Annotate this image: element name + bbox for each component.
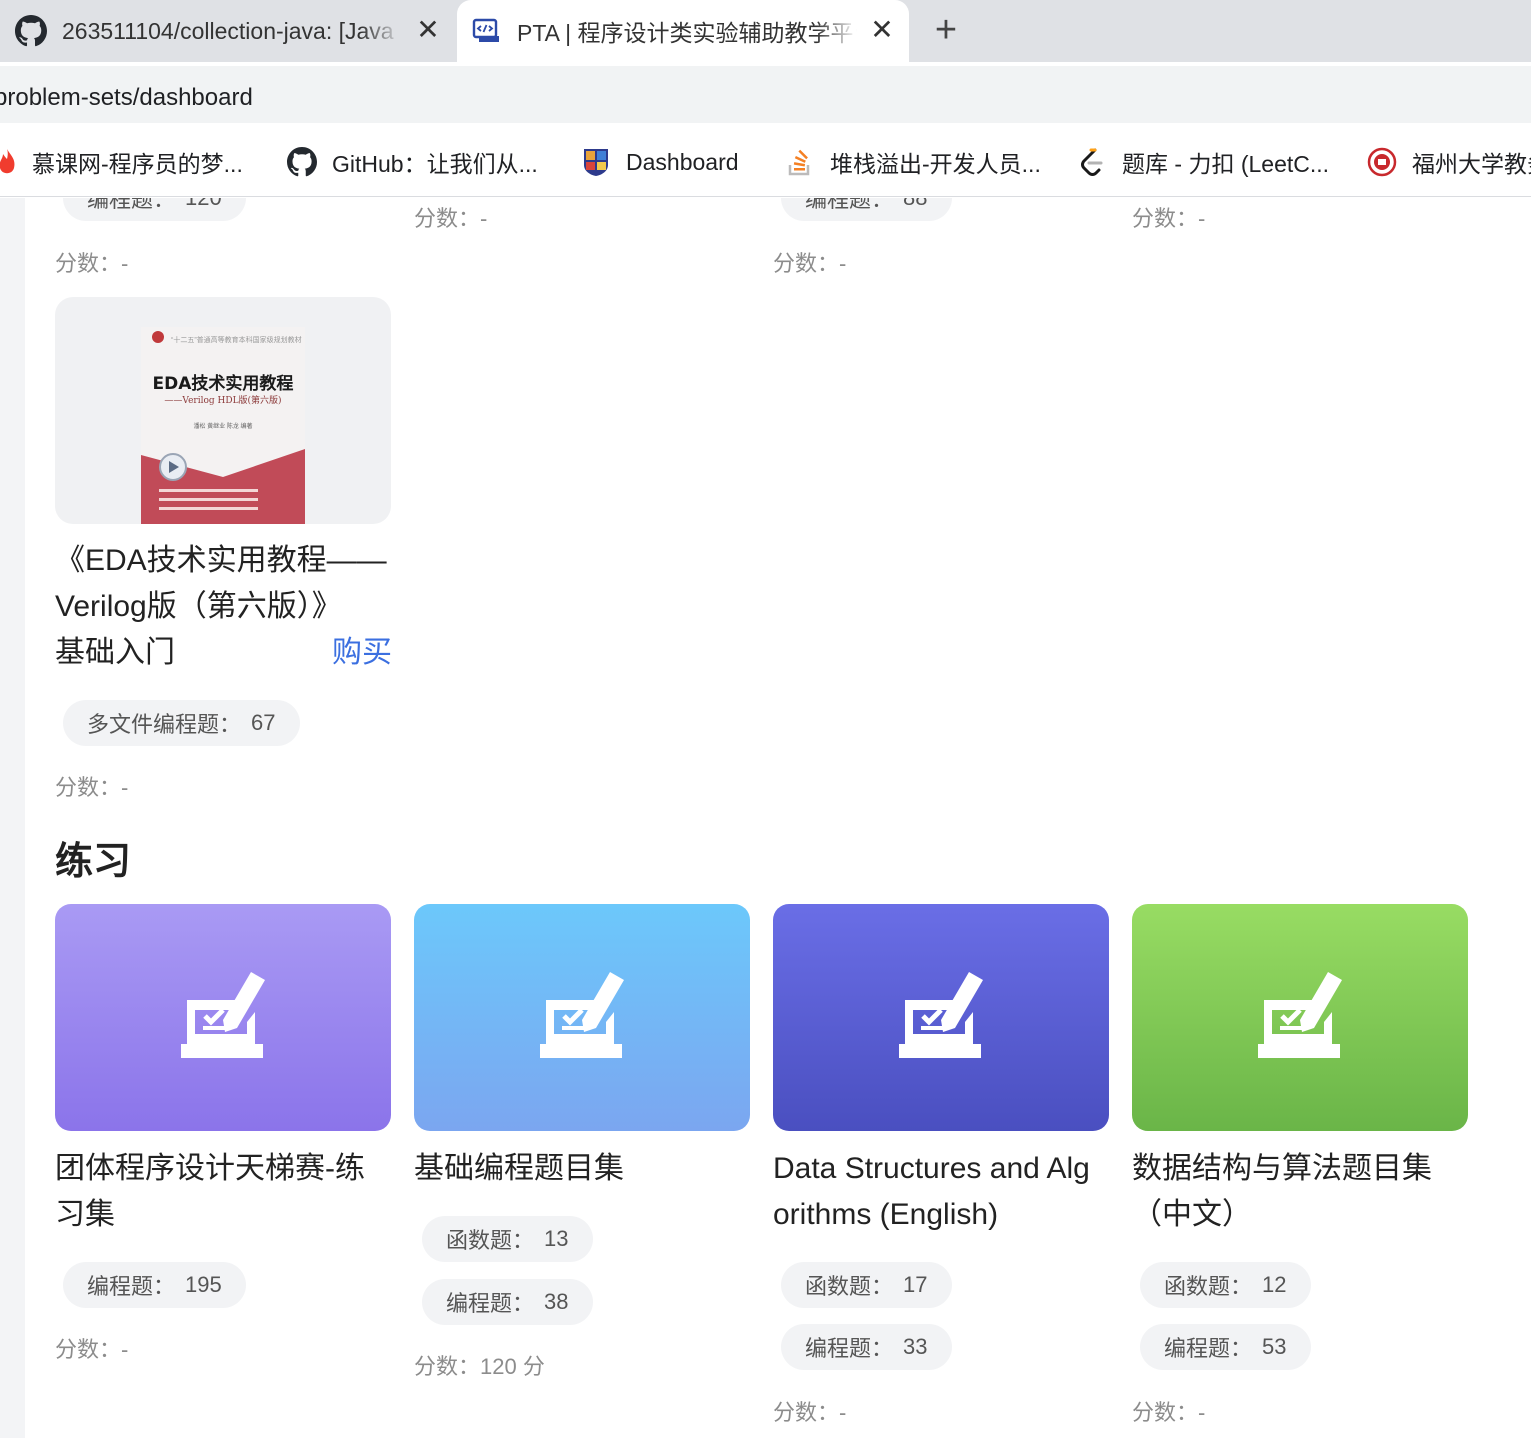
bookmark-fzu[interactable]: 福州大学教务 (1366, 145, 1531, 179)
tab-title: PTA | 程序设计类实验辅助教学平台 (517, 20, 857, 46)
problem-set-title[interactable]: 基础编程题目集 (414, 1146, 624, 1192)
stackoverflow-icon (784, 146, 816, 178)
buy-link[interactable]: 购买 (332, 630, 392, 676)
score-text: 分数：120 分 (414, 1354, 545, 1379)
url-text: problem-sets/dashboard (0, 84, 253, 111)
score-text: 分数：- (55, 1337, 129, 1362)
problem-set-title[interactable]: Data Structures and Alg orithms (English… (773, 1146, 1090, 1238)
count-chip: 编程题： 33 (781, 1324, 952, 1370)
left-gutter (0, 198, 25, 1438)
score-text: 分数：- (414, 206, 488, 231)
pta-code-icon (469, 14, 503, 48)
exam-edit-icon (536, 970, 628, 1065)
count-chip: 函数题： 12 (1140, 1262, 1311, 1308)
count-chip: 编程题： 38 (422, 1279, 593, 1325)
dashboard-shield-icon (580, 146, 612, 178)
bookmark-label: 题库 - 力扣 (LeetC... (1122, 151, 1330, 177)
book-cover: “十二五”普通高等教育本科国家级规划教材 EDA技术实用教程 ——Verilog… (141, 327, 305, 524)
leetcode-icon (1076, 146, 1108, 178)
cover-bullets (159, 489, 269, 516)
url-field[interactable]: problem-sets/dashboard (0, 66, 1531, 123)
score-text: 分数：- (773, 1400, 847, 1425)
address-bar: problem-sets/dashboard (0, 62, 1531, 127)
count-chip: 多文件编程题： 67 (63, 700, 300, 746)
count-chip: 编程题： 88 (781, 198, 952, 221)
bookmarks-bar: 慕课网-程序员的梦... GitHub：让我们从... Dashboard 堆栈… (0, 127, 1531, 197)
count-chip: 函数题： 17 (781, 1262, 952, 1308)
problem-set-card[interactable] (414, 904, 750, 1131)
tab-github[interactable]: 263511104/collection-java: [Java ✕ (0, 0, 455, 62)
exam-edit-icon (177, 970, 269, 1065)
bookmark-label: 堆栈溢出-开发人员... (830, 151, 1041, 177)
count-chip: 编程题： 195 (63, 1262, 246, 1308)
cover-title: EDA技术实用教程 (152, 374, 294, 394)
tab-title: 263511104/collection-java: [Java (62, 17, 394, 44)
cover-authors: 潘松 黄继业 陈龙 编著 (193, 424, 253, 430)
book-card[interactable]: “十二五”普通高等教育本科国家级规划教材 EDA技术实用教程 ——Verilog… (55, 297, 391, 524)
section-title-practice: 练习 (55, 841, 132, 883)
bookmark-label: Dashboard (626, 148, 739, 175)
bookmark-dashboard[interactable]: Dashboard (580, 145, 739, 179)
count-chip: 函数题： 13 (422, 1216, 593, 1262)
tab-strip: 263511104/collection-java: [Java ✕ PTA |… (0, 0, 1531, 62)
cover-subtitle: ——Verilog HDL版(第六版) (164, 396, 282, 406)
bookmark-github[interactable]: GitHub：让我们从... (286, 145, 538, 179)
problem-set-card[interactable] (1132, 904, 1468, 1131)
score-text: 分数：- (55, 775, 129, 800)
count-chip: 编程题： 120 (63, 198, 246, 221)
close-icon[interactable]: ✕ (867, 15, 897, 45)
bookmark-label: 慕课网-程序员的梦... (32, 151, 243, 177)
bookmark-leetcode[interactable]: 题库 - 力扣 (LeetC... (1076, 145, 1329, 179)
bookmark-label: GitHub：让我们从... (332, 151, 538, 177)
close-icon[interactable]: ✕ (413, 15, 443, 45)
flame-icon (0, 146, 18, 178)
score-text: 分数：- (55, 251, 129, 276)
score-text: 分数：- (1132, 1400, 1206, 1425)
github-icon (14, 14, 48, 48)
bookmark-label: 福州大学教务 (1412, 151, 1531, 177)
cover-top-line: “十二五”普通高等教育本科国家级规划教材 (171, 337, 302, 344)
new-tab-button[interactable]: + (926, 10, 966, 50)
problem-set-card[interactable] (773, 904, 1109, 1131)
exam-edit-icon (1254, 970, 1346, 1065)
page-content: 编程题： 120 分数：- 分数：- 编程题： 88 分数：- 分数：- “十二… (0, 198, 1531, 1438)
count-chip: 编程题： 53 (1140, 1324, 1311, 1370)
score-text: 分数：- (773, 251, 847, 276)
tab-pta[interactable]: PTA | 程序设计类实验辅助教学平台 ✕ (457, 0, 909, 62)
score-text: 分数：- (1132, 206, 1206, 231)
problem-set-title[interactable]: 数据结构与算法题目集 （中文） (1132, 1146, 1432, 1238)
bookmark-stackoverflow[interactable]: 堆栈溢出-开发人员... (784, 145, 1041, 179)
github-icon (286, 146, 318, 178)
exam-edit-icon (895, 970, 987, 1065)
problem-set-title[interactable]: 团体程序设计天梯赛-练 习集 (55, 1146, 365, 1238)
university-seal-icon (1366, 146, 1398, 178)
bookmark-imooc[interactable]: 慕课网-程序员的梦... (0, 145, 243, 179)
problem-set-card[interactable] (55, 904, 391, 1131)
